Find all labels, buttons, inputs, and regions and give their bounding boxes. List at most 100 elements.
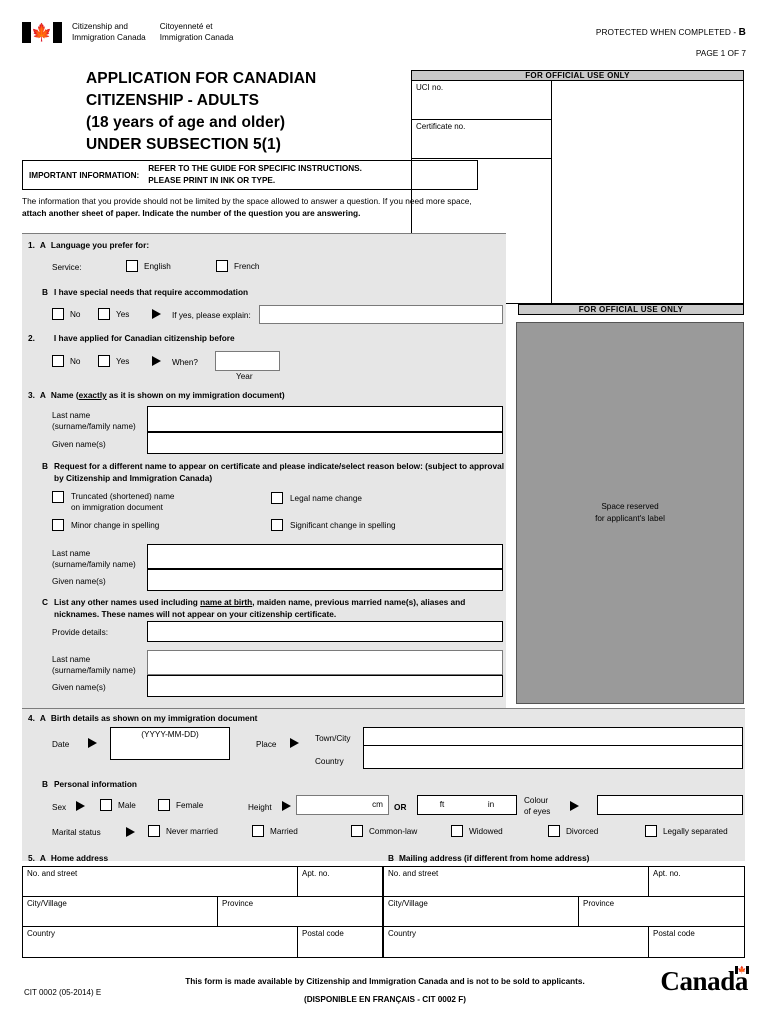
- q3a-given-name-input[interactable]: [147, 432, 503, 454]
- mail-apt-no-cell[interactable]: Apt. no.: [649, 867, 744, 896]
- never-married-checkbox[interactable]: [148, 825, 160, 837]
- widowed-checkbox[interactable]: [451, 825, 463, 837]
- home-apt-no-cell[interactable]: Apt. no.: [298, 867, 382, 896]
- marital-option-1[interactable]: Married: [252, 825, 298, 837]
- home-country-cell[interactable]: Country: [23, 927, 298, 957]
- common-law-label: Common-law: [369, 826, 418, 836]
- page-number: PAGE 1 OF 7: [695, 48, 746, 58]
- french-checkbox[interactable]: [216, 260, 228, 272]
- marital-option-4[interactable]: Divorced: [548, 825, 598, 837]
- birth-country-input[interactable]: [363, 746, 743, 769]
- q1b-yes-checkbox[interactable]: [98, 308, 110, 320]
- provide-details-label: Provide details:: [52, 628, 108, 637]
- home-no-street-cell[interactable]: No. and street: [23, 867, 298, 896]
- q3a-last-name-input[interactable]: [147, 406, 503, 432]
- q3a-title-underlined: exactly: [78, 390, 107, 400]
- male-checkbox[interactable]: [100, 799, 112, 811]
- common-law-checkbox[interactable]: [351, 825, 363, 837]
- q4-number: 4.: [28, 713, 35, 723]
- sex-male-option[interactable]: Male: [100, 799, 136, 811]
- minor-spelling-checkbox[interactable]: [52, 519, 64, 531]
- dept-name-french: Citoyenneté et Immigration Canada: [160, 22, 234, 44]
- q3b-last-name-l1: Last name: [52, 549, 91, 558]
- marital-option-0[interactable]: Never married: [148, 825, 218, 837]
- divorced-checkbox[interactable]: [548, 825, 560, 837]
- q2-yes-option[interactable]: Yes: [98, 355, 129, 367]
- married-checkbox[interactable]: [252, 825, 264, 837]
- mail-no-street-cell[interactable]: No. and street: [384, 867, 649, 896]
- height-ft-in-input[interactable]: ft in: [417, 795, 517, 815]
- dept-fr-line1: Citoyenneté et: [159, 22, 213, 31]
- legal-name-change-checkbox[interactable]: [271, 492, 283, 504]
- significant-spelling-checkbox[interactable]: [271, 519, 283, 531]
- marital-option-3[interactable]: Widowed: [451, 825, 503, 837]
- home-city-village-cell[interactable]: City/Village: [23, 897, 218, 926]
- q3b-last-name-l2: (surname/family name): [52, 560, 136, 570]
- q3b-option-truncated[interactable]: Truncated (shortened) name on immigratio…: [52, 491, 174, 513]
- english-checkbox[interactable]: [126, 260, 138, 272]
- height-label: Height: [248, 803, 272, 812]
- marital-option-5[interactable]: Legally separated: [645, 825, 728, 837]
- title-line3: (18 years of age and older): [86, 114, 286, 131]
- mail-country-cell[interactable]: Country: [384, 927, 649, 957]
- sex-female-option[interactable]: Female: [158, 799, 203, 811]
- widowed-label: Widowed: [469, 826, 503, 836]
- q3b-option-significant[interactable]: Significant change in spelling: [271, 519, 396, 531]
- department-header: 🍁 Citizenship and Immigration Canada Cit…: [22, 22, 233, 44]
- q3c-last-name-input[interactable]: [147, 650, 503, 675]
- truncated-name-checkbox[interactable]: [52, 491, 64, 503]
- q3c-given-name-input[interactable]: [147, 675, 503, 697]
- q1b-yes-option[interactable]: Yes: [98, 308, 129, 320]
- colour-eyes-arrow-icon: [570, 801, 579, 811]
- title-line2: CITIZENSHIP - ADULTS: [86, 92, 260, 109]
- home-postal-code-cell[interactable]: Postal code: [298, 927, 382, 957]
- home-apt-no-label: Apt. no.: [302, 869, 330, 878]
- mail-postal-code-cell[interactable]: Postal code: [649, 927, 744, 957]
- colour-of-eyes-input[interactable]: [597, 795, 743, 815]
- q2-arrow-icon: [152, 356, 161, 366]
- q3b-option-minor[interactable]: Minor change in spelling: [52, 519, 159, 531]
- q1b-no-option[interactable]: No: [52, 308, 80, 320]
- mail-city-village-cell[interactable]: City/Village: [384, 897, 579, 926]
- official-use-label-bar: FOR OFFICIAL USE ONLY: [518, 304, 744, 315]
- q2-year-input[interactable]: [215, 351, 280, 371]
- mail-province-label: Province: [583, 899, 615, 908]
- marital-option-2[interactable]: Common-law: [351, 825, 417, 837]
- q3b-letter: B: [42, 461, 48, 471]
- canada-wordmark: Canada 🍁: [660, 966, 749, 995]
- q5b-title: Mailing address (if different from home …: [399, 853, 590, 863]
- truncated-name-label-l1: Truncated (shortened) name: [71, 492, 175, 501]
- question-2-heading: 2. I have applied for Canadian citizensh…: [28, 333, 235, 343]
- availability-notice: This form is made available by Citizensh…: [185, 977, 585, 986]
- height-cm-unit: cm: [372, 800, 383, 809]
- q3b-given-name-input[interactable]: [147, 569, 503, 591]
- question-3b-heading: B Request for a different name to appear…: [42, 461, 504, 485]
- legally-separated-checkbox[interactable]: [645, 825, 657, 837]
- checkbox-english[interactable]: English: [126, 260, 171, 272]
- uci-no-field[interactable]: UCI no.: [412, 81, 551, 120]
- important-information-box: IMPORTANT INFORMATION: REFER TO THE GUID…: [22, 160, 478, 190]
- q3b-option-legal[interactable]: Legal name change: [271, 492, 362, 504]
- female-checkbox[interactable]: [158, 799, 170, 811]
- birth-town-city-input[interactable]: [363, 727, 743, 746]
- mail-province-cell[interactable]: Province: [579, 897, 744, 926]
- q3b-last-name-input[interactable]: [147, 544, 503, 569]
- truncated-name-label-l2: on immigration document: [71, 503, 163, 513]
- q2-no-option[interactable]: No: [52, 355, 80, 367]
- q2-yes-checkbox[interactable]: [98, 355, 110, 367]
- certificate-no-field[interactable]: Certificate no.: [412, 120, 551, 159]
- provide-details-input[interactable]: [147, 621, 503, 642]
- q1b-no-checkbox[interactable]: [52, 308, 64, 320]
- q2-no-checkbox[interactable]: [52, 355, 64, 367]
- official-use-right-blank[interactable]: [552, 81, 743, 303]
- q4a-letter: A: [39, 713, 46, 723]
- question-5b-heading: B Mailing address (if different from hom…: [388, 853, 589, 863]
- height-cm-input[interactable]: cm: [296, 795, 389, 815]
- q3b-last-name-label: Last name (surname/family name): [52, 548, 136, 570]
- birth-date-input[interactable]: (YYYY-MM-DD): [110, 727, 230, 760]
- home-province-cell[interactable]: Province: [218, 897, 382, 926]
- divorced-label: Divorced: [566, 826, 599, 836]
- q1b-explain-input[interactable]: [259, 305, 503, 324]
- q3a-title-pre: Name (: [50, 390, 79, 400]
- checkbox-french[interactable]: French: [216, 260, 259, 272]
